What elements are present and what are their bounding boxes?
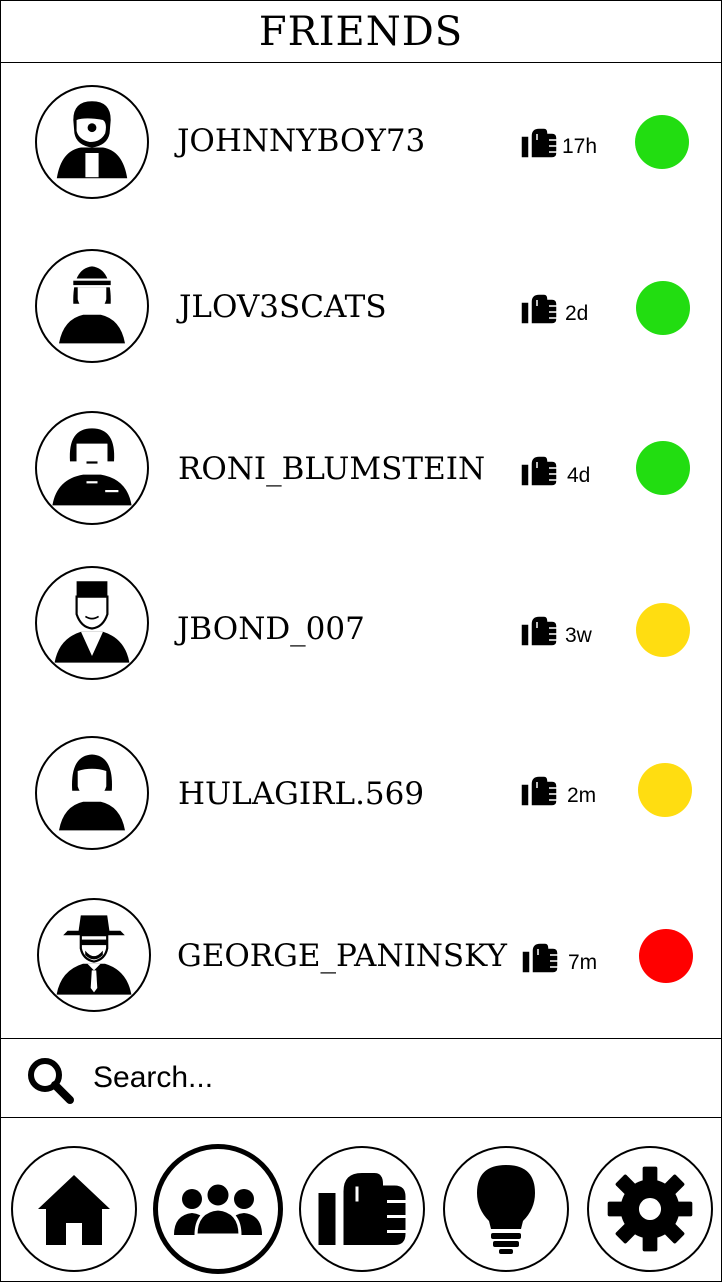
status-indicator [636,603,690,657]
fist-icon [521,776,557,806]
nav-settings-button[interactable] [587,1146,713,1272]
search-input[interactable] [93,1057,693,1099]
woman-headband-avatar-icon [35,249,149,363]
last-seen: 7m [568,951,598,974]
page-title: FRIENDS [258,8,464,55]
fist-icon [521,128,557,158]
status-indicator [636,281,690,335]
fist-icon [317,1171,407,1247]
friend-row[interactable]: JOHNNYBOY73 17h [1,83,721,203]
status-indicator [636,441,690,495]
last-seen: 17h [562,135,598,158]
friends-icon [174,1181,262,1237]
friend-row[interactable]: JBOND_007 3w [1,566,721,686]
status-indicator [639,929,693,983]
last-seen: 4d [567,464,591,487]
nav-ideas-button[interactable] [443,1146,569,1272]
man-avatar-icon [35,85,149,199]
friend-name: RONI_BLUMSTEIN [178,451,486,487]
home-icon [38,1175,110,1245]
friend-name: HULAGIRL.569 [178,776,425,812]
app-frame: FRIENDS JOHNNYBOY73 17h JLOV3SCATS 2d RO… [0,0,722,1282]
friend-row[interactable]: RONI_BLUMSTEIN 4d [1,411,721,531]
gear-icon [607,1166,693,1252]
friend-name: JBOND_007 [177,611,365,647]
friend-name: JOHNNYBOY73 [177,123,426,159]
last-seen: 3w [565,624,592,647]
header: FRIENDS [1,1,721,63]
bottom-nav [1,1118,721,1281]
fist-icon [521,456,557,486]
search-icon[interactable] [25,1055,75,1105]
search-bar [1,1038,721,1118]
lightbulb-icon [477,1165,535,1254]
fist-icon [522,943,558,973]
last-seen: 2m [567,784,597,807]
fist-icon [521,616,557,646]
friends-list: JOHNNYBOY73 17h JLOV3SCATS 2d RONI_BLUMS… [1,63,721,1039]
nav-fist-button[interactable] [299,1146,425,1272]
woman-avatar-icon [35,736,149,850]
nav-friends-button[interactable] [153,1144,283,1274]
status-indicator [638,763,692,817]
status-indicator [635,115,689,169]
friend-row[interactable]: JLOV3SCATS 2d [1,249,721,369]
friend-name: GEORGE_PANINSKY [177,938,507,974]
man-hat-avatar-icon [37,898,151,1012]
friend-name: JLOV3SCATS [179,289,387,325]
friend-row[interactable]: HULAGIRL.569 2m [1,736,721,856]
woman-bob-avatar-icon [35,411,149,525]
fist-icon [521,294,557,324]
friend-row[interactable]: GEORGE_PANINSKY 7m [1,898,721,1018]
last-seen: 2d [565,302,589,325]
man-fez-avatar-icon [35,566,149,680]
nav-home-button[interactable] [11,1146,137,1272]
